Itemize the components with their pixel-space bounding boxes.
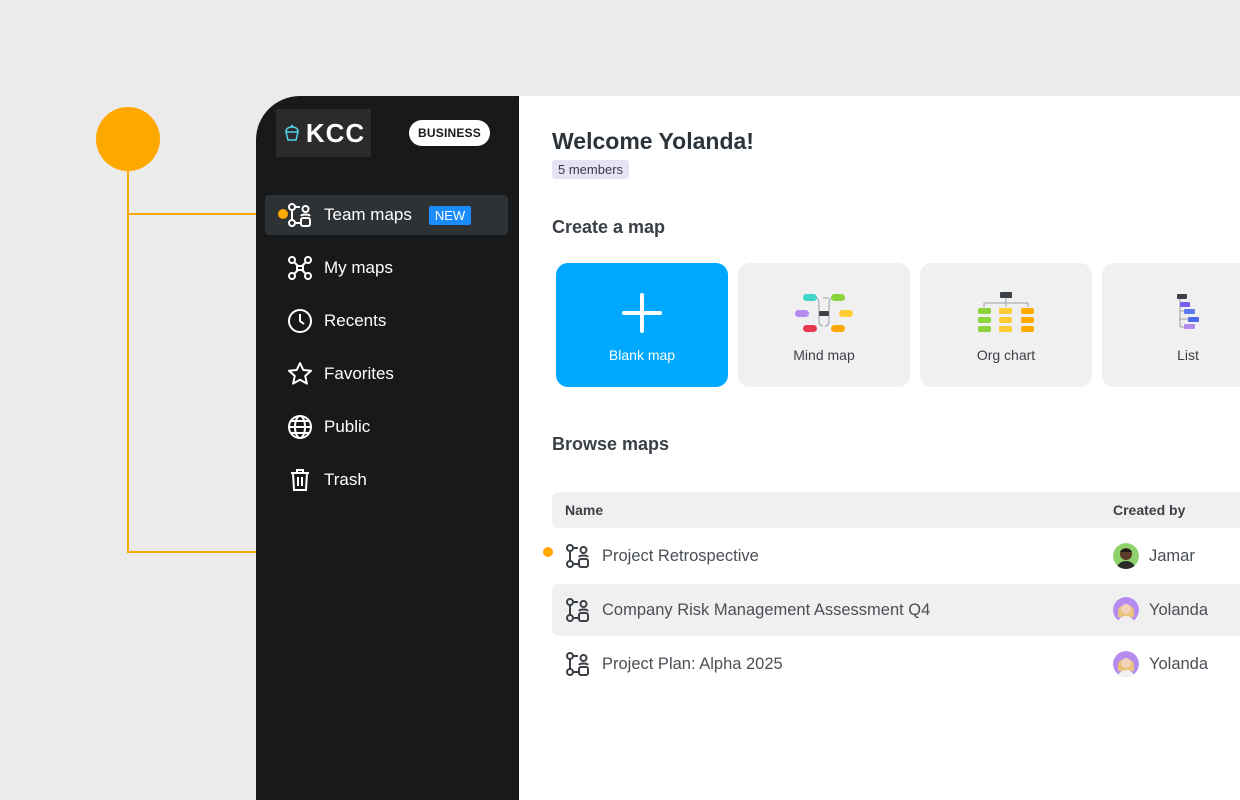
globe-icon (287, 414, 313, 440)
creator-name: Yolanda (1149, 600, 1209, 619)
avatar (1113, 597, 1139, 623)
app-window: KCC BUSINESS Team maps NEW My maps Recen… (256, 96, 1240, 800)
sidebar-item-label: Trash (324, 470, 367, 489)
table-row[interactable]: Project Plan: Alpha 2025 Yolanda (552, 638, 1240, 690)
plus-icon (620, 287, 664, 339)
table-row[interactable]: Company Risk Management Assessment Q4 Yo… (552, 584, 1240, 636)
annotation-line-vertical (127, 171, 129, 553)
create-map-heading: Create a map (552, 217, 666, 237)
sidebar-item-my-maps[interactable]: My maps (265, 248, 508, 288)
annotation-marker (96, 107, 160, 171)
new-badge: NEW (428, 205, 472, 225)
plan-badge: BUSINESS (409, 120, 490, 146)
team-map-icon (566, 544, 589, 568)
sidebar-item-public[interactable]: Public (265, 407, 508, 447)
sidebar-item-trash[interactable]: Trash (265, 460, 508, 500)
sidebar: KCC BUSINESS Team maps NEW My maps Recen… (256, 96, 519, 800)
sidebar-item-label: Favorites (324, 364, 394, 383)
created-by-cell: Jamar (1113, 543, 1195, 569)
sidebar-item-recents[interactable]: Recents (265, 301, 508, 341)
card-label: Org chart (976, 347, 1036, 363)
template-cards: Blank map Mind map Org chart List (556, 263, 1240, 387)
list-template-icon (1175, 287, 1201, 339)
team-map-icon (566, 652, 589, 676)
logo-text: KCC (305, 117, 366, 148)
avatar (1113, 543, 1139, 569)
list-card[interactable]: List (1102, 263, 1240, 387)
sidebar-item-label: My maps (324, 258, 393, 277)
sidebar-item-favorites[interactable]: Favorites (265, 354, 508, 394)
main-content: Welcome Yolanda! 5 members Create a map … (519, 96, 1240, 800)
map-name-cell: Company Risk Management Assessment Q4 (552, 597, 1113, 623)
creator-name: Yolanda (1149, 654, 1209, 673)
maps-table: Name Created by Project Retrospective Ja… (552, 492, 1240, 690)
sidebar-item-label: Public (324, 417, 371, 436)
annotation-dot-sidebar (278, 209, 288, 219)
sidebar-item-team-maps[interactable]: Team maps NEW (265, 195, 508, 235)
blank-map-card[interactable]: Blank map (556, 263, 728, 387)
created-by-cell: Yolanda (1113, 597, 1208, 623)
sidebar-item-label: Team maps (324, 205, 412, 224)
creator-name: Jamar (1149, 546, 1195, 565)
table-header: Name Created by (552, 492, 1240, 528)
column-header-name[interactable]: Name (552, 502, 1113, 518)
clock-icon (287, 308, 313, 334)
browse-maps-heading: Browse maps (552, 434, 670, 454)
table-row[interactable]: Project Retrospective Jamar (552, 530, 1240, 582)
org-chart-card[interactable]: Org chart (920, 263, 1092, 387)
card-label: Mind map (793, 347, 855, 363)
card-label: List (1177, 347, 1199, 363)
map-name: Project Plan: Alpha 2025 (602, 654, 783, 673)
map-name: Project Retrospective (602, 546, 759, 565)
mind-map-template-icon (793, 287, 855, 339)
company-logo[interactable]: KCC (276, 109, 371, 157)
avatar (1113, 651, 1139, 677)
trash-icon (287, 467, 313, 493)
sidebar-nav: Team maps NEW My maps Recents Favorites (265, 195, 508, 513)
mind-map-card[interactable]: Mind map (738, 263, 910, 387)
org-chart-template-icon (978, 287, 1034, 339)
team-map-icon (287, 202, 313, 228)
star-icon (287, 361, 313, 387)
map-name-cell: Project Retrospective (552, 543, 1113, 569)
map-name: Company Risk Management Assessment Q4 (602, 600, 931, 619)
column-header-created-by[interactable]: Created by (1113, 502, 1185, 518)
page-title: Welcome Yolanda! (552, 128, 754, 154)
mind-map-icon (287, 255, 313, 281)
team-map-icon (566, 598, 589, 622)
members-badge[interactable]: 5 members (552, 160, 630, 179)
annotation-dot-row (543, 547, 553, 557)
map-name-cell: Project Plan: Alpha 2025 (552, 651, 1113, 677)
card-label: Blank map (608, 347, 676, 363)
created-by-cell: Yolanda (1113, 651, 1208, 677)
sidebar-item-label: Recents (324, 311, 387, 330)
cupcake-icon (284, 124, 299, 141)
